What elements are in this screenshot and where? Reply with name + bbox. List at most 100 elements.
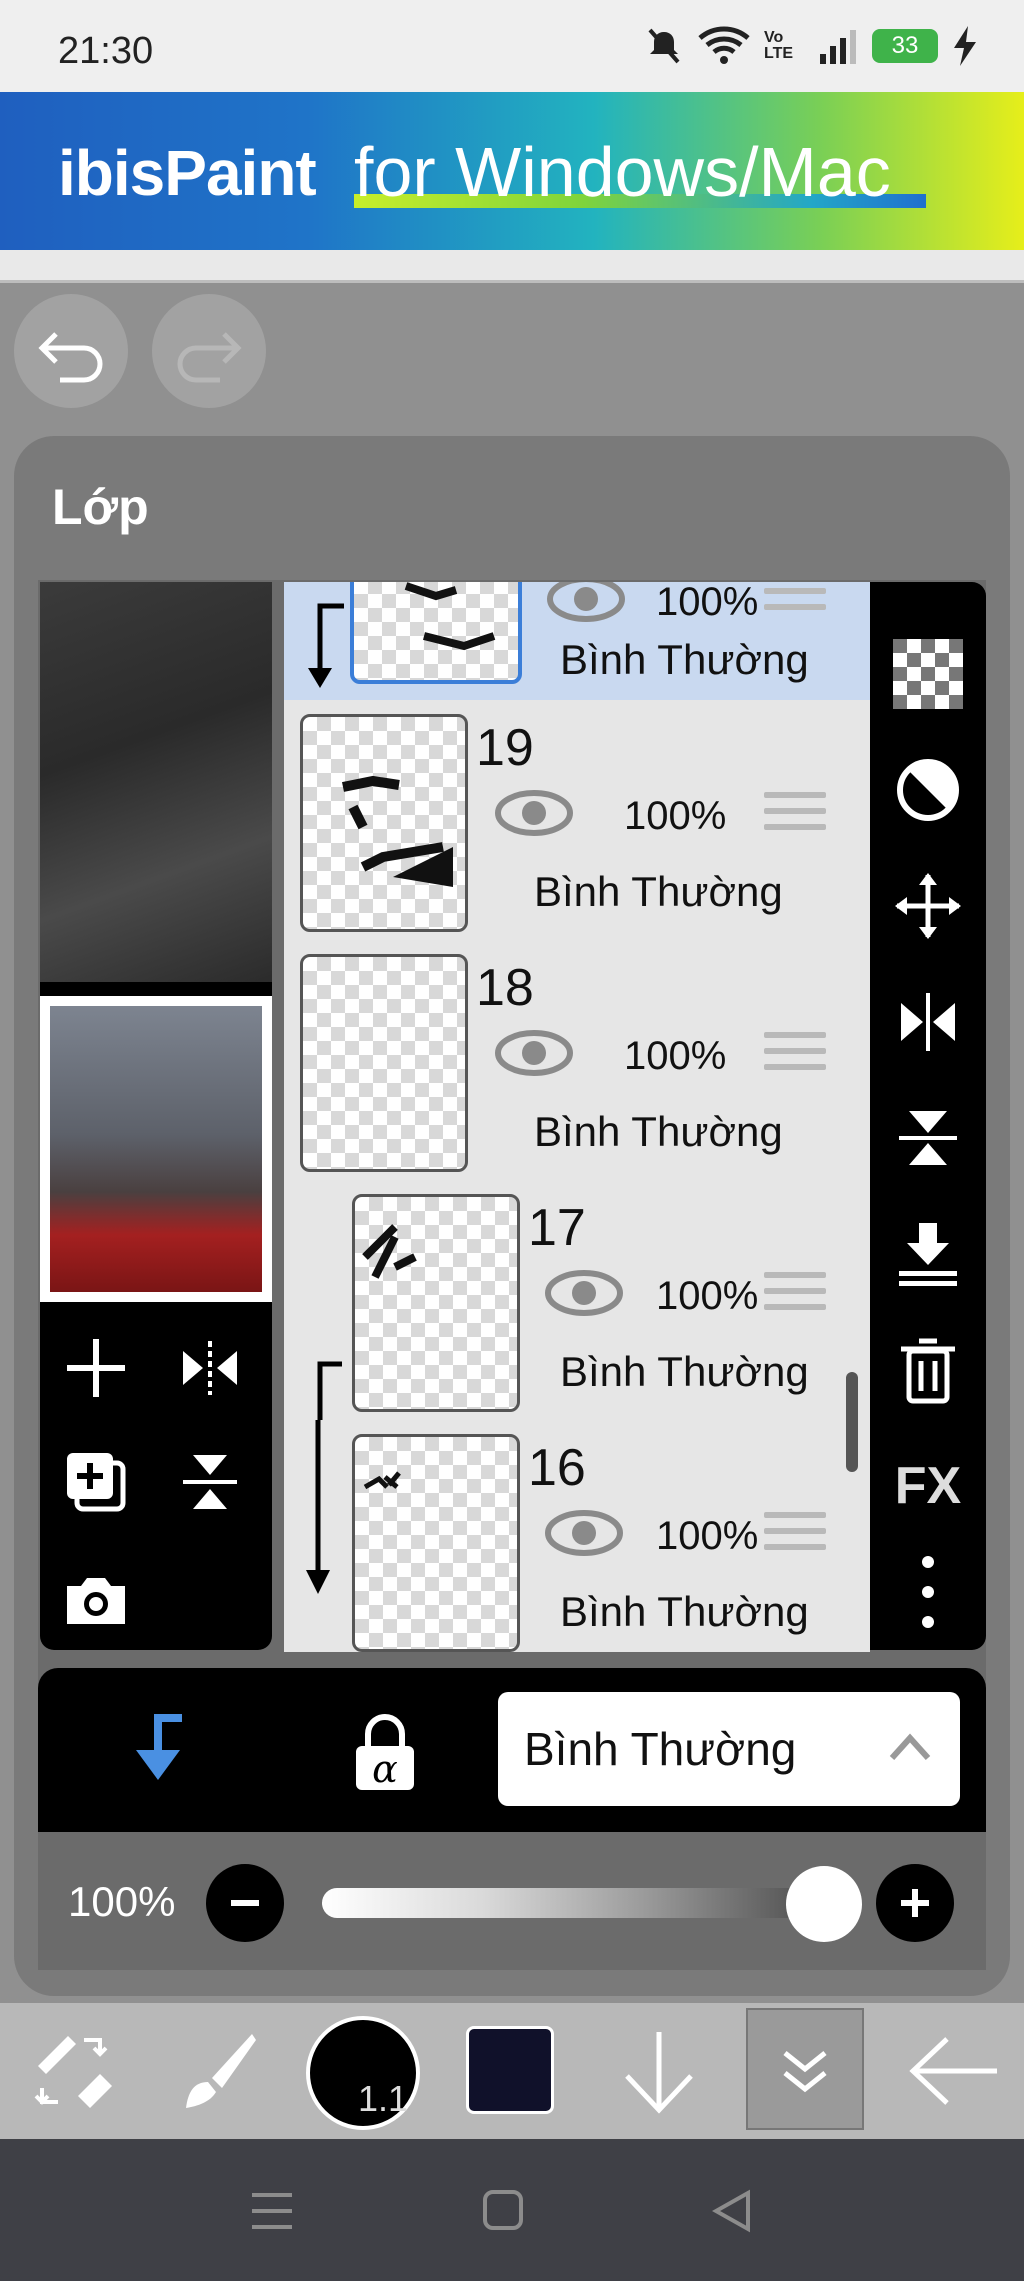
signal-icon bbox=[820, 30, 856, 64]
trash-icon bbox=[901, 1338, 955, 1404]
banner-separator bbox=[0, 250, 1024, 283]
color-swatch-button[interactable] bbox=[466, 2026, 554, 2114]
layer-down-button[interactable] bbox=[604, 2012, 714, 2130]
transparency-button[interactable] bbox=[884, 630, 972, 718]
layer-item-19[interactable]: 19 100% Bình Thường bbox=[284, 700, 870, 942]
drag-handle-icon[interactable] bbox=[764, 792, 826, 840]
merge-down-button[interactable] bbox=[884, 1210, 972, 1298]
clipping-button[interactable] bbox=[112, 1710, 202, 1790]
drag-handle-icon[interactable] bbox=[764, 1512, 826, 1560]
back-button[interactable] bbox=[898, 2012, 1008, 2130]
merge-down-icon bbox=[899, 1223, 957, 1286]
undo-icon bbox=[38, 332, 103, 383]
banner-tagline: for Windows/Mac bbox=[354, 133, 891, 211]
layer-tools-column: FX bbox=[870, 582, 986, 1650]
layer-item-selected[interactable]: 100% Bình Thường bbox=[284, 582, 870, 702]
duplicate-layer-button[interactable] bbox=[48, 1434, 144, 1530]
double-chevron-down-icon bbox=[783, 2051, 827, 2093]
status-icons: Vo LTE 33 bbox=[644, 26, 978, 66]
layer-thumbnail bbox=[350, 582, 522, 684]
layer-thumbnail bbox=[352, 1434, 520, 1652]
layer-blend-mode: Bình Thường bbox=[560, 636, 809, 683]
plus-icon bbox=[901, 1889, 929, 1917]
layer-blend-mode: Bình Thường bbox=[534, 1108, 783, 1155]
visibility-eye-icon[interactable] bbox=[544, 1268, 624, 1318]
layer-opacity: 100% bbox=[624, 794, 727, 838]
drag-handle-icon[interactable] bbox=[764, 1272, 826, 1320]
fx-button[interactable]: FX bbox=[884, 1442, 972, 1530]
drag-handle-icon[interactable] bbox=[764, 1032, 826, 1080]
add-layer-button[interactable] bbox=[48, 1320, 144, 1416]
redo-button[interactable] bbox=[152, 294, 266, 408]
half-circle-icon bbox=[897, 759, 959, 821]
drag-handle-icon[interactable] bbox=[764, 582, 826, 620]
camera-icon bbox=[67, 1578, 125, 1624]
visibility-eye-icon[interactable] bbox=[544, 1508, 624, 1558]
canvas-preview bbox=[40, 582, 272, 982]
alpha-lock-button[interactable]: α bbox=[340, 1706, 430, 1796]
import-photo-button[interactable] bbox=[48, 1552, 144, 1648]
layer-opacity: 100% bbox=[656, 1274, 759, 1318]
move-icon bbox=[895, 873, 961, 939]
checker-icon bbox=[893, 639, 963, 709]
visibility-eye-icon[interactable] bbox=[546, 582, 626, 624]
more-options-button[interactable] bbox=[884, 1548, 972, 1636]
opacity-slider-thumb[interactable] bbox=[786, 1866, 862, 1942]
visibility-eye-icon[interactable] bbox=[494, 1028, 574, 1078]
brush-icon bbox=[186, 2034, 256, 2108]
brush-size-button[interactable]: 1.1 bbox=[306, 2016, 420, 2130]
clip-arrow-icon bbox=[306, 1420, 330, 1594]
canvas-thumbnail[interactable] bbox=[40, 996, 272, 1302]
layer-thumbnail bbox=[352, 1194, 520, 1412]
clip-bracket-icon bbox=[317, 1361, 342, 1420]
volte-label: Vo LTE bbox=[764, 29, 794, 62]
layer-number: 16 bbox=[528, 1439, 586, 1497]
flip-layer-horizontal-button[interactable] bbox=[162, 1320, 258, 1416]
clip-arrow-icon bbox=[308, 603, 344, 688]
layer-item-17[interactable]: 17 100% Bình Thường bbox=[284, 1180, 870, 1422]
layer-list[interactable]: 100% Bình Thường 19 100% Bình Thường 18 … bbox=[284, 582, 870, 1652]
wifi-icon bbox=[698, 26, 750, 64]
layer-number: 18 bbox=[476, 959, 534, 1017]
tool-switch-button[interactable] bbox=[18, 2012, 128, 2130]
status-time: 21:30 bbox=[58, 30, 154, 72]
chevron-up-icon bbox=[889, 1733, 931, 1761]
arrow-left-icon bbox=[909, 2037, 997, 2105]
svg-text:α: α bbox=[372, 1747, 398, 1791]
opacity-slider-track[interactable] bbox=[322, 1888, 862, 1918]
layer-item-16[interactable]: 16 100% Bình Thường bbox=[284, 1420, 870, 1652]
layer-thumbnail bbox=[300, 954, 468, 1172]
flip-layer-vertical-button[interactable] bbox=[162, 1434, 258, 1530]
system-back-icon[interactable] bbox=[712, 2189, 752, 2233]
move-layer-button[interactable] bbox=[884, 862, 972, 950]
home-icon[interactable] bbox=[482, 2189, 524, 2231]
charging-icon bbox=[954, 26, 976, 66]
invert-alpha-button[interactable] bbox=[884, 746, 972, 834]
layer-opacity: 100% bbox=[656, 582, 759, 624]
layer-item-18[interactable]: 18 100% Bình Thường bbox=[284, 940, 870, 1182]
recents-menu-icon[interactable] bbox=[250, 2191, 294, 2231]
layer-opacity: 100% bbox=[656, 1514, 759, 1558]
copy-layer-icon bbox=[67, 1453, 126, 1512]
brush-tool-button[interactable] bbox=[162, 2012, 272, 2130]
redo-icon bbox=[177, 332, 242, 383]
list-scrollbar[interactable] bbox=[846, 1372, 858, 1472]
layer-opacity: 100% bbox=[624, 1034, 727, 1078]
mute-icon bbox=[648, 28, 680, 64]
blend-mode-select[interactable]: Bình Thường bbox=[498, 1692, 960, 1806]
promo-banner[interactable]: ibisPaint for Windows/Mac bbox=[0, 92, 1024, 250]
flip-horizontal-button[interactable] bbox=[884, 978, 972, 1066]
alpha-lock-icon: α bbox=[356, 1714, 414, 1791]
visibility-eye-icon[interactable] bbox=[494, 788, 574, 838]
layer-thumbnail bbox=[300, 714, 468, 932]
delete-layer-button[interactable] bbox=[884, 1326, 972, 1414]
flip-vertical-button[interactable] bbox=[884, 1094, 972, 1182]
opacity-increase-button[interactable] bbox=[876, 1864, 954, 1942]
battery-level: 33 bbox=[891, 32, 919, 59]
brush-size-value: 1.1 bbox=[358, 2078, 409, 2119]
layer-number: 19 bbox=[476, 719, 534, 777]
layer-panel-toggle-button[interactable] bbox=[746, 2008, 864, 2130]
undo-button[interactable] bbox=[14, 294, 128, 408]
layer-blend-mode: Bình Thường bbox=[534, 868, 783, 915]
opacity-decrease-button[interactable] bbox=[206, 1864, 284, 1942]
